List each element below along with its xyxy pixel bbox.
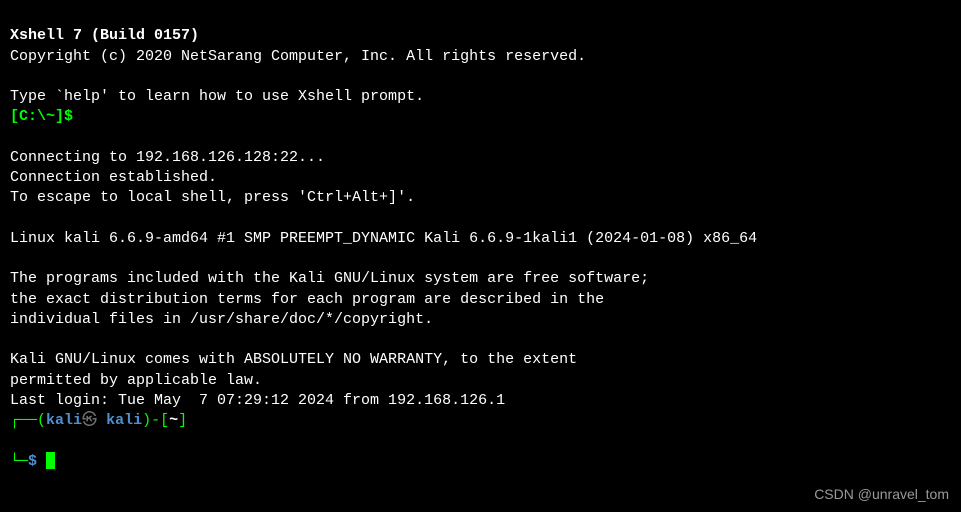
terminal-output[interactable]: Xshell 7 (Build 0157) Copyright (c) 2020… (10, 6, 951, 492)
motd-line: individual files in /usr/share/doc/*/cop… (10, 311, 433, 328)
motd-line: Kali GNU/Linux comes with ABSOLUTELY NO … (10, 351, 577, 368)
connecting-line: Connecting to 192.168.126.128:22... (10, 149, 325, 166)
prompt-at-icon: ㉿ (82, 412, 97, 429)
prompt-box-bottom: └─ (10, 453, 28, 470)
motd-line: the exact distribution terms for each pr… (10, 291, 604, 308)
motd-line: The programs included with the Kali GNU/… (10, 270, 649, 287)
last-login: Last login: Tue May 7 07:29:12 2024 from… (10, 392, 505, 409)
local-prompt: [C:\~]$ (10, 108, 73, 125)
prompt-box-top: ┌── (10, 412, 37, 429)
prompt-dollar: $ (28, 453, 37, 470)
app-title: Xshell 7 (Build 0157) (10, 27, 199, 44)
copyright: Copyright (c) 2020 NetSarang Computer, I… (10, 48, 586, 65)
prompt-cwd: ~ (169, 412, 178, 429)
prompt-dash-bracket: -[ (151, 412, 169, 429)
prompt-bracket-close: ] (178, 412, 187, 429)
cursor-icon[interactable] (46, 452, 55, 469)
watermark: CSDN @unravel_tom (814, 485, 949, 504)
escape-hint: To escape to local shell, press 'Ctrl+Al… (10, 189, 415, 206)
prompt-user: kali (46, 412, 82, 429)
established-line: Connection established. (10, 169, 217, 186)
help-hint: Type `help' to learn how to use Xshell p… (10, 88, 424, 105)
prompt-paren-close: ) (142, 412, 151, 429)
prompt-paren-open: ( (37, 412, 46, 429)
motd-line: permitted by applicable law. (10, 372, 262, 389)
system-banner: Linux kali 6.6.9-amd64 #1 SMP PREEMPT_DY… (10, 230, 757, 247)
prompt-host: kali (106, 412, 142, 429)
